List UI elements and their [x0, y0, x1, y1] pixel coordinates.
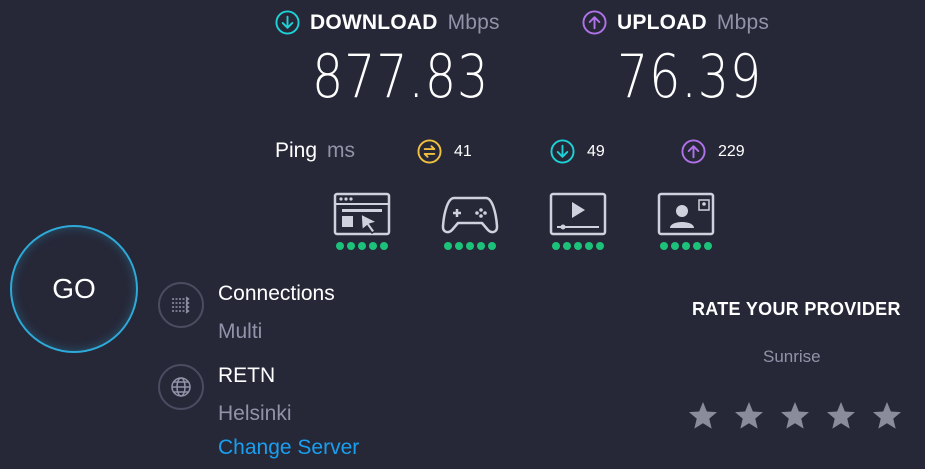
ping-label: Ping	[275, 139, 318, 162]
arrow-down-circle-icon	[275, 10, 300, 35]
ping-idle-value: 41	[454, 142, 472, 160]
upload-value: 76.39	[617, 42, 762, 112]
ping-idle: 41	[417, 139, 472, 164]
ping-download: 49	[550, 139, 605, 164]
star-icon[interactable]	[871, 400, 903, 432]
star-icon[interactable]	[733, 400, 765, 432]
globe-icon	[158, 364, 204, 410]
go-label: GO	[52, 273, 96, 304]
star-icon[interactable]	[687, 400, 719, 432]
web-browsing-icon	[333, 192, 391, 236]
upload-label: UPLOAD	[617, 10, 707, 34]
star-icon[interactable]	[825, 400, 857, 432]
gaming-icon	[441, 196, 499, 234]
ping-unit: ms	[327, 139, 356, 162]
rating-stars	[687, 400, 903, 432]
video-streaming-rating	[552, 242, 604, 250]
download-unit: Mbps	[447, 10, 500, 34]
go-button[interactable]: GO	[10, 225, 138, 353]
ping-download-icon	[550, 139, 575, 164]
upload-unit: Mbps	[716, 10, 770, 34]
video-call-rating	[660, 242, 712, 250]
experience-video-call	[656, 192, 716, 250]
experience-gaming	[440, 192, 500, 250]
web-browsing-rating	[336, 242, 388, 250]
provider-name: Sunrise	[763, 347, 821, 366]
ping-label-group: Ping ms	[275, 139, 355, 163]
server-location: Helsinki	[218, 402, 292, 425]
star-icon[interactable]	[779, 400, 811, 432]
connections-icon	[158, 282, 204, 328]
download-header: DOWNLOAD Mbps	[275, 10, 500, 35]
experience-video-streaming	[548, 192, 608, 250]
video-call-icon	[657, 192, 715, 236]
download-value: 877.83	[312, 42, 490, 112]
upload-header: UPLOAD Mbps	[582, 10, 769, 35]
ping-upload-value: 229	[718, 142, 745, 160]
video-streaming-icon	[549, 192, 607, 236]
connections-value[interactable]: Multi	[218, 320, 262, 344]
rate-provider-title: RATE YOUR PROVIDER	[692, 299, 901, 319]
download-label: DOWNLOAD	[310, 10, 438, 34]
ping-upload-icon	[681, 139, 706, 164]
ping-upload: 229	[681, 139, 745, 164]
change-server-link[interactable]: Change Server	[218, 436, 359, 460]
experience-web-browsing	[332, 192, 392, 250]
ping-idle-icon	[417, 139, 442, 164]
arrow-up-circle-icon	[582, 10, 607, 35]
server-provider: RETN	[218, 364, 276, 387]
gaming-rating	[444, 242, 496, 250]
connections-title: Connections	[218, 282, 335, 305]
ping-download-value: 49	[587, 142, 605, 160]
